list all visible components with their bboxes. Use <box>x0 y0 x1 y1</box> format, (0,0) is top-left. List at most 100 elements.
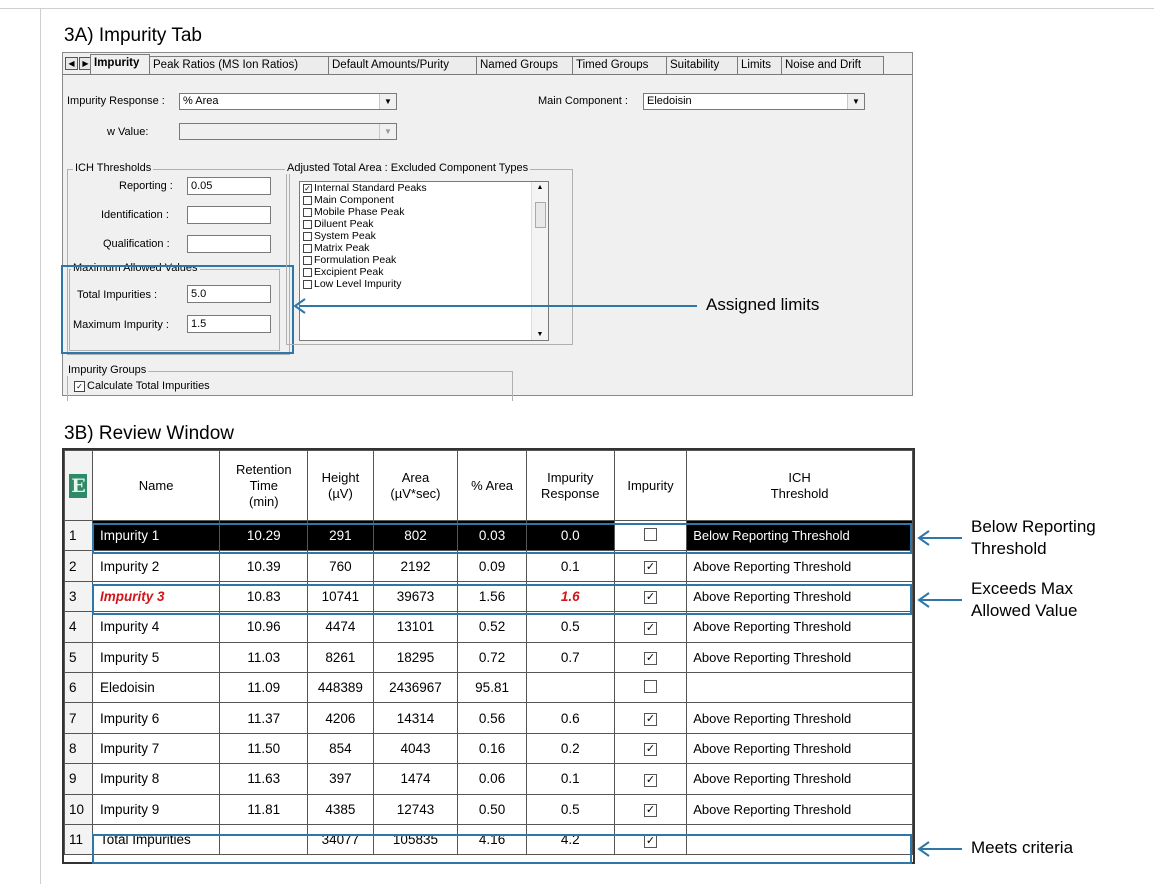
main-component-select[interactable]: Eledoisin ▼ <box>643 93 865 110</box>
identification-field[interactable] <box>187 206 271 224</box>
column-header-retention-time[interactable]: Retention Time (min) <box>219 450 309 521</box>
table-row[interactable]: 5 Impurity 5 11.03 8261 18295 0.72 0.7 ✓ Above R… <box>64 641 913 673</box>
row-number: 1 <box>64 519 93 552</box>
meets-criteria-callout: Meets criteria <box>971 838 1074 857</box>
component-type-item[interactable]: Low Level Impurity <box>300 278 548 290</box>
cell-retention-time: 11.63 <box>219 763 309 795</box>
column-header-ich-threshold[interactable]: ICH Threshold <box>686 450 913 521</box>
component-type-checkbox[interactable] <box>303 195 312 205</box>
scroll-up-icon[interactable]: ▲ <box>532 184 548 191</box>
w-value-select[interactable]: ▼ <box>179 123 397 140</box>
component-type-checkbox[interactable] <box>303 231 312 241</box>
table-row[interactable]: 6 Eledoisin 11.09 448389 2436967 95.81 <box>64 671 913 704</box>
component-type-checkbox[interactable]: ✓ <box>303 183 312 193</box>
tab-default-amounts[interactable]: Default Amounts/Purity <box>328 56 477 74</box>
impurity-checkbox[interactable]: ✓ <box>643 621 657 635</box>
component-type-checkbox[interactable] <box>303 219 312 229</box>
component-type-item[interactable]: Formulation Peak <box>300 254 548 266</box>
component-type-item[interactable]: Diluent Peak <box>300 218 548 230</box>
tab-suitability[interactable]: Suitability <box>666 56 738 74</box>
section-a-title: 3A) Impurity Tab <box>64 25 202 46</box>
cell-height: 397 <box>307 763 374 795</box>
arrow-left-icon <box>293 298 306 314</box>
row-number: 8 <box>64 732 93 765</box>
impurity-groups-title: Impurity Groups <box>66 364 149 376</box>
component-type-item[interactable]: Mobile Phase Peak <box>300 206 548 218</box>
chevron-down-icon: ▼ <box>847 94 864 109</box>
tab-timed-groups[interactable]: Timed Groups <box>572 56 667 74</box>
impurity-checkbox[interactable]: ✓ <box>643 561 657 575</box>
calculate-total-label: Calculate Total Impurities <box>87 380 210 392</box>
column-header-impurity-response[interactable]: Impurity Response <box>525 450 615 521</box>
tab-peak-ratios[interactable]: Peak Ratios (MS Ion Ratios) <box>149 56 329 74</box>
table-row[interactable]: 10 Impurity 9 11.81 4385 12743 0.50 0.5 ✓ Above … <box>64 793 913 825</box>
component-type-label: System Peak <box>314 230 376 242</box>
component-types-scrollbar[interactable]: ▲ ▼ <box>531 182 548 340</box>
impurity-response-value: 0.5 <box>560 619 580 635</box>
component-type-checkbox[interactable] <box>303 255 312 265</box>
e-icon[interactable]: E <box>69 473 88 498</box>
calculate-total-row[interactable]: ✓ Calculate Total Impurities <box>71 380 210 392</box>
table-row[interactable]: 2 Impurity 2 10.39 760 2192 0.09 0.1 ✓ Above Rep… <box>64 550 913 582</box>
peak-name: Impurity 4 <box>99 619 160 635</box>
table-row[interactable]: 4 Impurity 4 10.96 4474 13101 0.52 0.5 ✓ Above R… <box>64 611 913 643</box>
tab-named-groups[interactable]: Named Groups <box>476 56 573 74</box>
cell-impurity: ✓ <box>613 702 688 734</box>
calculate-total-checkbox[interactable]: ✓ <box>74 380 85 392</box>
table-row[interactable]: 8 Impurity 7 11.50 854 4043 0.16 0.2 ✓ Above Rep… <box>64 732 913 765</box>
component-type-checkbox[interactable] <box>303 207 312 217</box>
column-header-impurity[interactable]: Impurity <box>613 450 688 521</box>
tab-limits[interactable]: Limits <box>737 56 782 74</box>
component-type-label: Formulation Peak <box>314 254 397 266</box>
cell-ich-threshold <box>686 671 913 704</box>
column-header-height[interactable]: Height (µV) <box>307 450 374 521</box>
component-type-item[interactable]: Matrix Peak <box>300 242 548 254</box>
cell-name: Impurity 2 <box>91 550 221 582</box>
component-type-checkbox[interactable] <box>303 243 312 253</box>
component-type-item[interactable]: Main Component <box>300 194 548 206</box>
cell-impurity-response: 0.1 <box>525 550 615 582</box>
component-type-label: Excipient Peak <box>314 266 384 278</box>
component-type-item[interactable]: Excipient Peak <box>300 266 548 278</box>
below-reporting-callout: Below Reporting Threshold <box>971 517 1096 558</box>
component-type-checkbox[interactable] <box>303 279 312 289</box>
tab-scroll-left-icon[interactable]: ◀ <box>65 57 78 70</box>
identification-label: Identification : <box>101 209 169 221</box>
review-window-table: E Name Retention Time (min) Height (µV) Are… <box>62 448 915 864</box>
impurity-checkbox[interactable]: ✓ <box>643 713 657 727</box>
cell-retention-time: 11.09 <box>219 671 309 704</box>
tab-impurity[interactable]: Impurity <box>90 54 150 75</box>
impurity-response-label: Impurity Response : <box>67 95 165 107</box>
impurity-checkbox[interactable]: ✓ <box>643 773 657 787</box>
impurity-checkbox[interactable]: ✓ <box>643 804 657 818</box>
tab-strip-line <box>63 74 912 75</box>
column-header-pct-area[interactable]: % Area <box>457 450 527 521</box>
component-type-label: Low Level Impurity <box>314 278 402 290</box>
impurity-response-select[interactable]: % Area ▼ <box>179 93 397 110</box>
scroll-down-icon[interactable]: ▼ <box>532 331 548 338</box>
column-header-name[interactable]: Name <box>91 450 221 521</box>
component-type-item[interactable]: ✓ Internal Standard Peaks <box>300 182 548 194</box>
component-types-list[interactable]: ✓ Internal Standard Peaks Main Component Mo… <box>299 181 549 341</box>
scroll-thumb[interactable] <box>535 202 546 228</box>
column-header-area[interactable]: Area (µV*sec) <box>372 450 459 521</box>
cell-height: 4385 <box>307 793 374 825</box>
component-type-item[interactable]: System Peak <box>300 230 548 242</box>
qualification-label: Qualification : <box>103 238 170 250</box>
impurity-response-value: 0.1 <box>560 771 580 787</box>
impurity-checkbox[interactable]: ✓ <box>643 743 657 757</box>
tab-noise-and-drift[interactable]: Noise and Drift <box>781 56 884 74</box>
cell-impurity-response: 0.7 <box>525 641 615 673</box>
component-type-checkbox[interactable] <box>303 267 312 277</box>
peak-name: Impurity 6 <box>99 710 160 726</box>
table-row[interactable]: 9 Impurity 8 11.63 397 1474 0.06 0.1 ✓ Above Rep… <box>64 763 913 795</box>
exceeds-max-callout: Exceeds Max Allowed Value <box>971 579 1078 620</box>
cell-area: 2436967 <box>372 671 459 704</box>
table-row[interactable]: 7 Impurity 6 11.37 4206 14314 0.56 0.6 ✓ Above R… <box>64 702 913 734</box>
qualification-field[interactable] <box>187 235 271 253</box>
impurity-checkbox[interactable]: ✓ <box>643 652 657 666</box>
impurity-checkbox[interactable] <box>643 679 657 693</box>
cell-name: Impurity 7 <box>91 732 221 765</box>
reporting-field[interactable]: 0.05 <box>187 177 271 195</box>
tab-scroll-arrows: ◀ ▶ <box>65 57 93 71</box>
